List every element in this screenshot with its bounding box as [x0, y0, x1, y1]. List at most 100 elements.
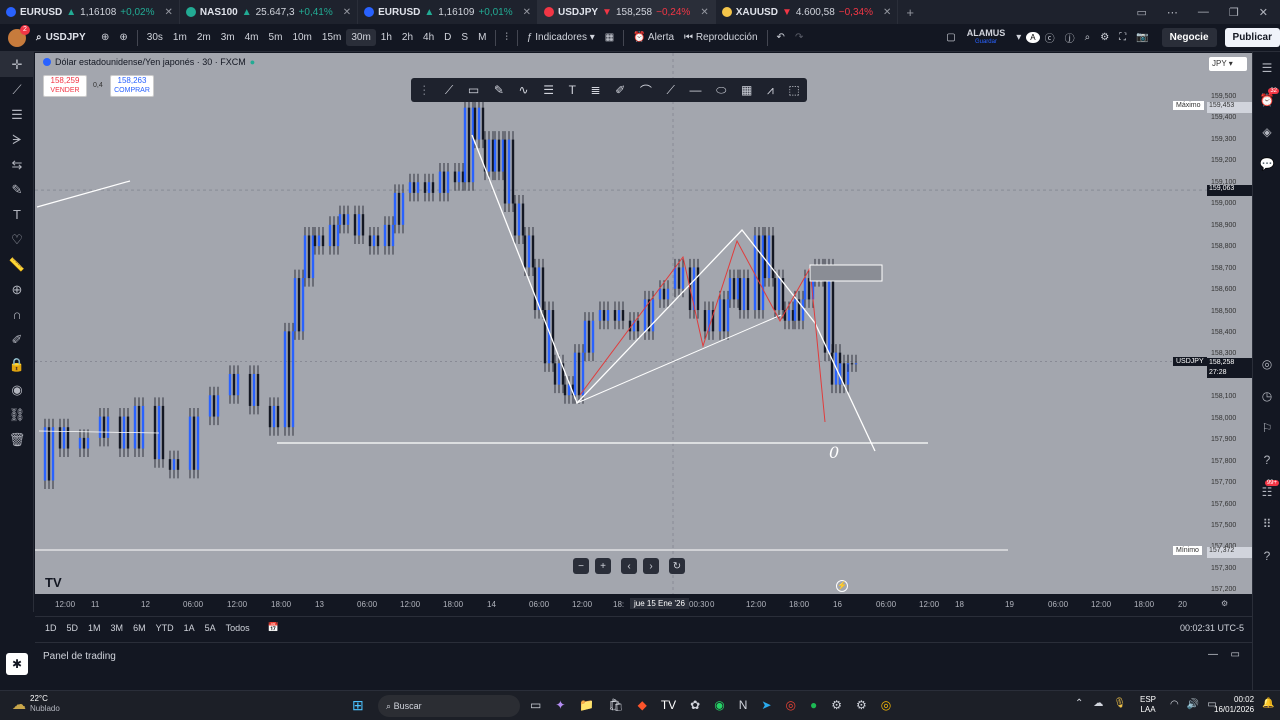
interval-button[interactable]: 1m — [168, 29, 192, 46]
chart-type-icon[interactable]: ⫶ — [500, 29, 513, 46]
store-icon[interactable]: 🛍 — [608, 698, 623, 712]
tab-close-icon[interactable]: ✕ — [883, 7, 891, 18]
line-tool-icon[interactable]: ⟋ — [445, 83, 453, 98]
browser-tab[interactable]: NAS100 ▲ 25.647,3 +0,41% ✕ — [180, 0, 359, 24]
interval-button[interactable]: D — [439, 29, 456, 46]
brush-icon[interactable]: ✎ — [0, 177, 34, 202]
add-symbol-icon[interactable]: ⊕ — [114, 29, 132, 46]
brave-icon[interactable]: ◆ — [638, 698, 647, 712]
fib-icon[interactable]: ☰ — [0, 102, 34, 127]
undo-icon[interactable]: ↶ — [772, 29, 790, 46]
avatar[interactable]: 2 — [8, 24, 30, 47]
text-icon[interactable]: T — [0, 202, 34, 227]
interval-button[interactable]: 2m — [192, 29, 216, 46]
notion-icon[interactable]: N — [739, 698, 748, 712]
wave-tool-icon[interactable]: ∿ — [519, 83, 529, 97]
interval-button[interactable]: 1h — [376, 29, 397, 46]
ideas-icon[interactable] — [1253, 276, 1280, 308]
target-icon[interactable]: ◎ — [1253, 348, 1280, 380]
layout-icon[interactable]: ▢ — [941, 29, 960, 46]
interval-button[interactable]: 5m — [264, 29, 288, 46]
range-button[interactable]: 5A — [205, 623, 216, 633]
fib-tool-icon[interactable]: ≣ — [591, 83, 601, 97]
tray-chevron-icon[interactable]: ⌃ — [1075, 698, 1083, 709]
scroll-left-button[interactable]: ‹ — [621, 558, 637, 574]
range-button[interactable]: 1D — [45, 623, 57, 633]
chart-area[interactable]: Dólar estadounidense/Yen japonés · 30 · … — [35, 53, 1207, 594]
interval-button[interactable]: 10m — [287, 29, 316, 46]
range-button[interactable]: 1M — [88, 623, 101, 633]
panel-maximize-icon[interactable]: ▭ — [1231, 649, 1240, 660]
tab-close-icon[interactable]: ✕ — [165, 7, 173, 18]
indicators-button[interactable]: ƒ Indicadores ▾ — [522, 29, 600, 46]
favorites-icon[interactable]: ♡ — [0, 227, 34, 252]
layers-icon[interactable]: ◈ — [1253, 116, 1280, 148]
tab-close-icon[interactable]: ✕ — [343, 7, 351, 18]
interval-button[interactable]: 4h — [418, 29, 439, 46]
ruler-icon[interactable]: 📏 — [0, 252, 34, 277]
pattern-icon[interactable]: ᗒ — [0, 127, 34, 152]
range-button[interactable]: 6M — [133, 623, 146, 633]
more-icon[interactable]: ⋯ — [1167, 6, 1178, 19]
ellipse-tool-icon[interactable]: ⬭ — [716, 83, 726, 98]
blank-icon[interactable] — [1253, 212, 1280, 244]
compare-icon[interactable]: ⊕ — [96, 29, 114, 46]
volume-icon[interactable]: 🔊 — [1187, 699, 1199, 710]
screen-icon[interactable]: ▭ — [1137, 6, 1147, 19]
hotlist-icon[interactable] — [1253, 180, 1280, 212]
magnet-icon[interactable]: ∩ — [0, 302, 34, 327]
drag-handle-icon[interactable]: ⋮ — [418, 83, 430, 97]
browser-tab[interactable]: USDJPY ▼ 158,258 −0,24% ✕ — [538, 0, 716, 24]
path-tool-icon[interactable]: ⌒ — [640, 82, 652, 99]
grid-tool-icon[interactable]: ▦ — [741, 83, 752, 97]
chat-icon[interactable]: 💬 — [1253, 148, 1280, 180]
axis-settings-icon[interactable]: ⚙ — [1221, 599, 1228, 608]
reset-chart-button[interactable]: ↻ — [669, 558, 685, 574]
channel-tool-icon[interactable]: ☰ — [543, 83, 554, 97]
new-tab-icon[interactable]: + — [906, 5, 914, 20]
chrome-icon[interactable]: ◎ — [785, 698, 795, 712]
ray-tool-icon[interactable]: ⟋ — [667, 83, 675, 98]
rectangle-tool-icon[interactable]: ▭ — [468, 83, 479, 97]
tab-close-icon[interactable]: ✕ — [700, 7, 708, 18]
wifi-icon[interactable]: ◠ — [1170, 699, 1179, 710]
tab-close-icon[interactable]: ✕ — [523, 7, 531, 18]
minimize-icon[interactable]: — — [1198, 6, 1209, 19]
os-clock[interactable]: 00:02 16/01/2026 — [1214, 695, 1254, 715]
interval-button[interactable]: M — [473, 29, 491, 46]
pattern-tool-icon[interactable]: ⩘ — [767, 83, 774, 98]
interval-button[interactable]: S — [456, 29, 473, 46]
copilot-icon[interactable]: ✦ — [555, 698, 565, 712]
brush-tool-icon[interactable]: ✎ — [494, 83, 504, 97]
interval-button[interactable]: 3m — [216, 29, 240, 46]
calendar-icon[interactable] — [1253, 244, 1280, 276]
browser-tab[interactable]: EURUSD ▲ 1,16109 +0,01% ✕ — [358, 0, 539, 24]
comment-tool-icon[interactable]: ⬚ — [788, 83, 799, 97]
panel-minimize-icon[interactable]: — — [1208, 649, 1218, 660]
object-tree-icon[interactable]: ✱ — [6, 653, 28, 675]
quick-search-icon[interactable]: ⌕ — [1080, 29, 1096, 46]
apps-icon[interactable]: ⠿ — [1253, 508, 1280, 540]
currency-selector[interactable]: JPY ▾ — [1209, 57, 1247, 71]
bell-icon[interactable]: ⚐ — [1253, 412, 1280, 444]
replay-button[interactable]: ⏮ Reproducción — [679, 29, 763, 46]
avatar-a-icon[interactable]: A — [1026, 32, 1040, 43]
position-icon[interactable]: ⇆ — [0, 152, 34, 177]
taskview-icon[interactable]: ▭ — [530, 698, 541, 712]
help-circle-icon[interactable]: ? — [1253, 540, 1280, 572]
weather-widget[interactable]: ☁ 22°C Nublado — [12, 694, 60, 714]
clock[interactable]: 00:02:31 UTC-5 — [1180, 623, 1244, 633]
symbol-search[interactable]: ⌕ USDJPY — [36, 32, 96, 43]
horizontal-line-icon[interactable]: — — [690, 83, 702, 97]
date-range-icon[interactable]: 📅 — [268, 622, 279, 633]
help-icon[interactable]: ? — [1253, 444, 1280, 476]
layout-name[interactable]: ALAMUS Guardar — [961, 28, 1012, 47]
trading-panel-title[interactable]: Panel de trading — [43, 651, 116, 662]
camera-icon[interactable]: 📷 — [1131, 29, 1153, 46]
zoom-out-button[interactable]: − — [573, 558, 589, 574]
watchlist-icon[interactable]: ☰ — [1253, 52, 1280, 84]
trend-line-icon[interactable]: ⟋ — [0, 77, 34, 102]
chrome-icon-2[interactable]: ◎ — [881, 698, 891, 712]
language-indicator[interactable]: ESP LAA — [1140, 695, 1156, 715]
tradingview-app-icon[interactable]: TV — [661, 698, 676, 712]
